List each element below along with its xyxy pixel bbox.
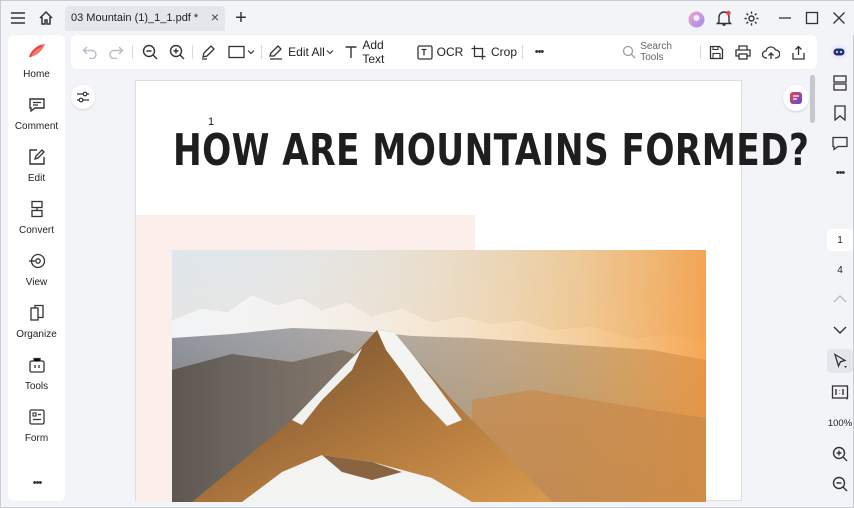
menu-icon[interactable] <box>9 9 27 27</box>
edit-all-label: Edit All <box>288 45 325 59</box>
toolbar-divider <box>132 45 133 59</box>
properties-panel-button[interactable] <box>71 85 95 109</box>
toolbar-divider <box>261 45 262 59</box>
bookmark-icon[interactable] <box>830 103 850 123</box>
share-icon[interactable] <box>789 43 807 61</box>
main-toolbar: Edit All Add Text OCR Crop ••• Search To… <box>71 35 817 69</box>
organize-icon <box>25 301 49 325</box>
sidebar-item-organize[interactable]: Organize <box>8 301 65 349</box>
chevron-down-icon <box>325 49 335 55</box>
zoom-level-label[interactable]: 100% <box>825 418 854 429</box>
sidebar-item-convert[interactable]: Convert <box>8 197 65 245</box>
close-window-button[interactable] <box>830 9 848 27</box>
edit-all-button[interactable]: Edit All <box>267 43 335 61</box>
notification-bell-icon[interactable] <box>715 9 733 27</box>
add-text-label: Add Text <box>362 38 385 66</box>
rail-zoom-in-icon[interactable] <box>830 445 850 463</box>
actual-size-icon[interactable] <box>828 382 852 402</box>
search-tools-field[interactable]: Search Tools <box>621 41 695 63</box>
sidebar-item-label: Organize <box>16 329 57 340</box>
rail-more-button[interactable]: ••• <box>830 165 850 181</box>
sidebar-item-label: Home <box>23 69 50 80</box>
right-rail: ••• 1 4 100% <box>825 35 854 501</box>
home-brand-icon <box>25 39 49 65</box>
sidebar-item-view[interactable]: View <box>8 249 65 297</box>
edit-icon <box>25 145 49 169</box>
next-page-icon[interactable] <box>830 322 850 338</box>
sliders-icon <box>76 91 90 103</box>
comments-panel-icon[interactable] <box>830 133 850 153</box>
convert-icon <box>25 197 49 221</box>
crop-button[interactable]: Crop <box>471 43 517 61</box>
form-icon <box>25 405 49 429</box>
highlighter-icon[interactable] <box>199 43 217 61</box>
pdf-page: 1 HOW ARE MOUNTAINS FORMED? <box>135 80 809 502</box>
vertical-scrollbar-thumb[interactable] <box>810 75 815 123</box>
minimize-button[interactable] <box>776 9 794 27</box>
crop-label: Crop <box>490 45 517 59</box>
document-heading: HOW ARE MOUNTAINS FORMED? <box>173 125 810 176</box>
title-bar: 03 Mountain (1)_1_1.pdf * × + <box>1 1 854 35</box>
toolbar-divider <box>700 45 701 59</box>
zoom-in-icon[interactable] <box>168 43 186 61</box>
view-icon <box>25 249 49 273</box>
maximize-button[interactable] <box>803 9 821 27</box>
cursor-arrow-icon <box>832 353 848 369</box>
redo-icon[interactable] <box>107 43 125 61</box>
save-icon[interactable] <box>707 43 725 61</box>
settings-gear-icon[interactable] <box>742 9 760 27</box>
toolbar-divider <box>522 45 523 59</box>
left-sidebar: Home Comment Edit Convert View Organize <box>8 35 65 501</box>
crop-icon <box>471 43 487 61</box>
ocr-label: OCR <box>436 45 464 59</box>
sidebar-item-label: Form <box>24 433 49 444</box>
shape-dropdown[interactable] <box>227 43 257 61</box>
select-tool-button[interactable] <box>827 349 853 373</box>
search-placeholder: Search Tools <box>640 41 672 63</box>
cloud-upload-icon[interactable] <box>761 43 781 61</box>
rail-zoom-out-icon[interactable] <box>830 475 850 493</box>
current-page-field[interactable]: 1 <box>827 229 853 251</box>
toolbar-divider <box>192 45 193 59</box>
sidebar-item-label: Convert <box>18 225 54 236</box>
sidebar-item-form[interactable]: Form <box>8 405 65 453</box>
tab-close-button[interactable]: × <box>211 9 219 25</box>
sidebar-item-edit[interactable]: Edit <box>8 145 65 193</box>
app-logo-icon <box>789 91 803 105</box>
zoom-out-icon[interactable] <box>141 43 159 61</box>
mountain-photo <box>172 250 706 502</box>
tab-title: 03 Mountain (1)_1_1.pdf * <box>71 12 199 24</box>
sidebar-item-label: Comment <box>14 121 59 132</box>
home-icon[interactable] <box>37 9 55 27</box>
ocr-icon <box>417 43 433 61</box>
comment-icon <box>25 93 49 117</box>
toolbar-more-button[interactable]: ••• <box>529 43 549 61</box>
new-tab-button[interactable]: + <box>232 7 250 29</box>
undo-icon[interactable] <box>81 43 99 61</box>
sidebar-item-comment[interactable]: Comment <box>8 93 65 141</box>
thumbnails-panel-icon[interactable] <box>830 73 850 93</box>
previous-page-icon[interactable] <box>830 291 850 307</box>
edit-all-icon <box>267 43 285 61</box>
sidebar-more-button[interactable]: ••• <box>26 475 48 491</box>
current-page-value: 1 <box>837 234 843 246</box>
tools-icon <box>25 353 49 377</box>
ocr-button[interactable]: OCR <box>417 43 463 61</box>
avatar[interactable] <box>687 10 705 28</box>
total-pages-label: 4 <box>837 265 843 276</box>
print-icon[interactable] <box>734 43 752 61</box>
sidebar-item-home[interactable]: Home <box>8 39 65 87</box>
floating-app-button[interactable] <box>783 85 809 111</box>
sidebar-item-label: Tools <box>24 381 49 392</box>
text-tool-icon <box>343 43 358 61</box>
sidebar-item-label: View <box>25 277 48 288</box>
sidebar-item-label: Edit <box>27 173 46 184</box>
document-tab[interactable]: 03 Mountain (1)_1_1.pdf * × <box>65 6 225 31</box>
add-text-button[interactable]: Add Text <box>343 38 407 66</box>
search-icon <box>621 43 636 61</box>
sidebar-item-tools[interactable]: Tools <box>8 353 65 401</box>
